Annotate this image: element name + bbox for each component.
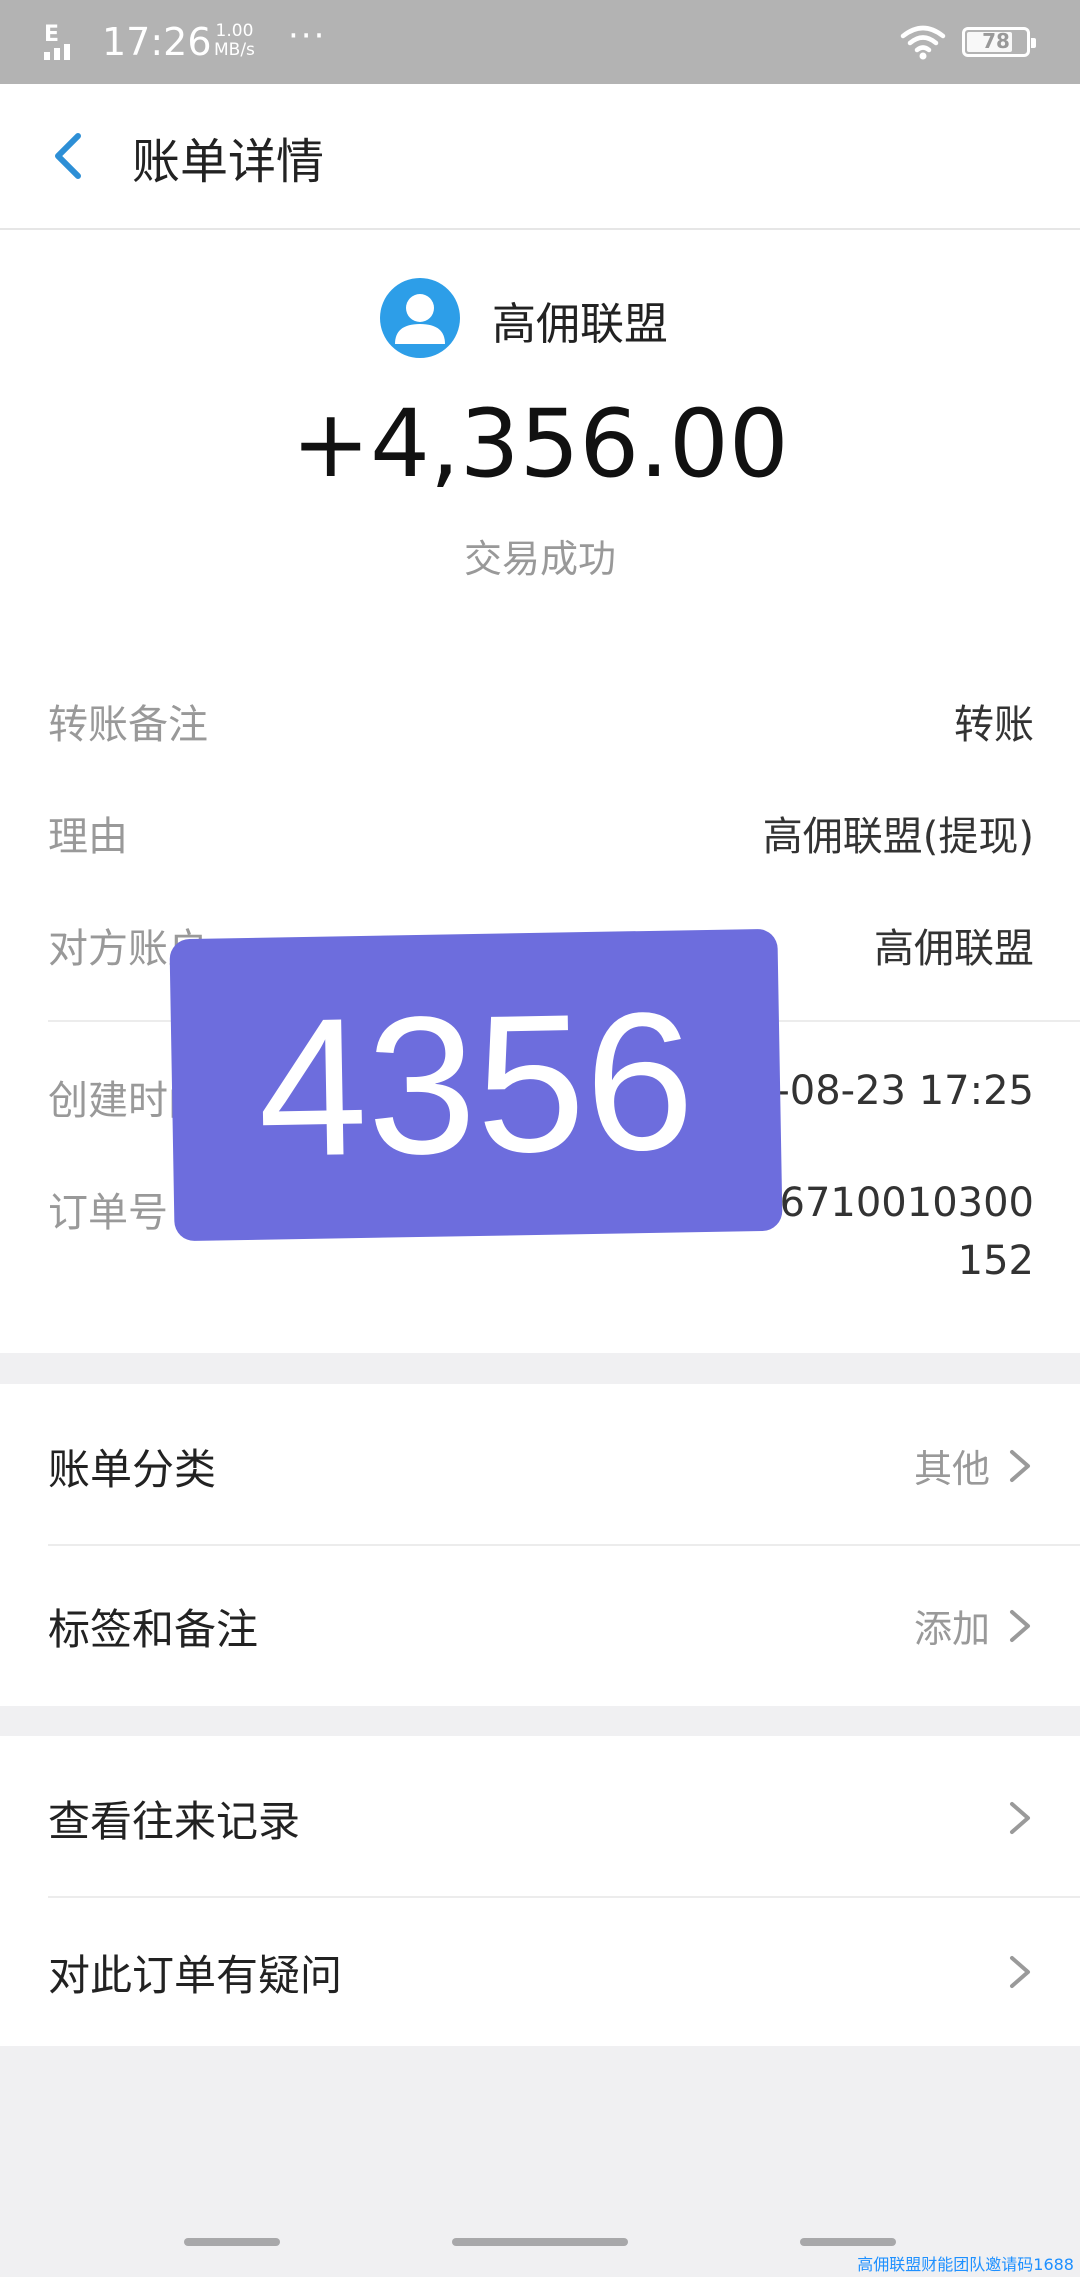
- speed-value: 1.00: [215, 21, 254, 41]
- tags-notes-label: 标签和备注: [48, 1605, 259, 1654]
- status-bar: E 17:26 1.00 MB/s ··· 78: [0, 0, 1080, 84]
- detail-value-reason: 高佣联盟(提现): [762, 814, 1034, 860]
- detail-value-remark: 转账: [954, 702, 1034, 748]
- detail-value-account: 高佣联盟: [874, 926, 1034, 972]
- nav-gesture-right[interactable]: [800, 2238, 896, 2246]
- payee-name: 高佣联盟: [492, 299, 668, 350]
- order-number-line2: 152: [957, 1238, 1034, 1284]
- detail-label-reason: 理由: [48, 814, 128, 860]
- chevron-right-icon: [1010, 1956, 1030, 1988]
- battery-percent: 78: [982, 29, 1010, 53]
- speed-unit: MB/s: [214, 40, 255, 60]
- more-notifications-icon: ···: [288, 16, 327, 56]
- transaction-status: 交易成功: [463, 537, 616, 581]
- status-time: 17:26: [102, 20, 212, 64]
- detail-label-order: 订单号: [48, 1190, 168, 1236]
- transaction-amount: +4,356.00: [291, 390, 789, 499]
- order-question-row[interactable]: 对此订单有疑问: [0, 1890, 1080, 2052]
- bill-options-group: 账单分类 其他 标签和备注 添加: [0, 1384, 1080, 1706]
- signal-icon: E: [44, 22, 84, 62]
- tags-notes-value: 添加: [913, 1607, 990, 1651]
- wifi-icon: [900, 25, 946, 60]
- battery-icon: 78: [962, 27, 1036, 57]
- bill-category-row[interactable]: 账单分类 其他: [0, 1384, 1080, 1546]
- amount-overlay-sticker: 4356: [169, 928, 783, 1242]
- help-options-group: 查看往来记录 对此订单有疑问: [0, 1736, 1080, 2046]
- chevron-right-icon: [1010, 1610, 1030, 1642]
- user-icon: [395, 294, 445, 344]
- bill-category-label: 账单分类: [48, 1445, 217, 1494]
- page-title: 账单详情: [132, 134, 325, 190]
- order-question-label: 对此订单有疑问: [48, 1951, 343, 2000]
- view-history-row[interactable]: 查看往来记录: [0, 1736, 1080, 1898]
- network-type: E: [44, 22, 60, 47]
- view-history-label: 查看往来记录: [48, 1797, 301, 1846]
- chevron-right-icon: [1010, 1802, 1030, 1834]
- tags-notes-row[interactable]: 标签和备注 添加: [0, 1544, 1080, 1706]
- nav-gesture-home[interactable]: [452, 2238, 628, 2246]
- payee-avatar: [380, 278, 460, 358]
- bill-category-value: 其他: [913, 1447, 990, 1491]
- nav-bar: 账单详情: [0, 84, 1080, 230]
- back-button[interactable]: [40, 126, 100, 186]
- footer-watermark: 高佣联盟财能团队邀请码1688: [857, 2255, 1074, 2274]
- nav-gesture-left[interactable]: [184, 2238, 280, 2246]
- chevron-right-icon: [1010, 1450, 1030, 1482]
- detail-label-remark: 转账备注: [48, 702, 208, 748]
- network-speed: 1.00 MB/s: [214, 22, 255, 60]
